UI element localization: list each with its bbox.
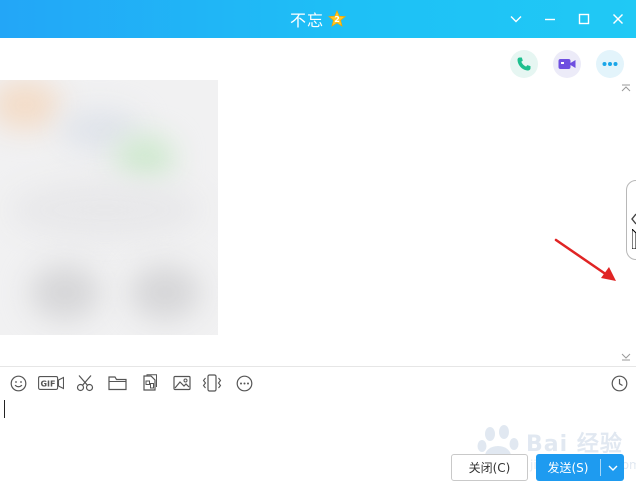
shake-icon bbox=[202, 374, 222, 392]
scissors-icon bbox=[76, 375, 94, 392]
more-tools-button[interactable] bbox=[234, 373, 254, 393]
folder-icon bbox=[107, 376, 127, 391]
close-window-button[interactable] bbox=[608, 9, 628, 29]
emoji-icon bbox=[10, 375, 26, 391]
text-caret bbox=[4, 400, 5, 418]
chevron-down-icon bbox=[621, 353, 631, 361]
send-button-label: 发送(S) bbox=[547, 461, 589, 475]
send-button[interactable]: 发送(S) bbox=[536, 454, 624, 481]
video-icon bbox=[558, 59, 576, 69]
mouse-cursor-icon bbox=[632, 229, 636, 249]
maximize-button[interactable] bbox=[574, 9, 594, 29]
gif-button[interactable]: GIF bbox=[38, 373, 64, 393]
clock-icon bbox=[611, 375, 627, 391]
dropdown-button[interactable] bbox=[506, 9, 526, 29]
badge-number: 2 bbox=[334, 15, 340, 24]
more-options-button[interactable] bbox=[596, 50, 624, 78]
chevron-down-icon bbox=[608, 465, 617, 471]
message-history-button[interactable] bbox=[609, 373, 629, 393]
chevron-down-icon bbox=[510, 16, 522, 23]
send-options-dropdown[interactable] bbox=[601, 454, 624, 481]
file-button[interactable] bbox=[107, 373, 127, 393]
window-controls bbox=[506, 0, 628, 38]
phone-icon bbox=[517, 57, 531, 71]
emoji-button[interactable] bbox=[8, 373, 28, 393]
screenshot-button[interactable] bbox=[75, 373, 95, 393]
red-arrow-icon bbox=[554, 238, 616, 281]
voice-call-button[interactable] bbox=[510, 50, 538, 78]
input-toolbar: GIF bbox=[0, 370, 636, 396]
blurred-message-image bbox=[0, 80, 218, 335]
gif-icon: GIF bbox=[38, 376, 64, 390]
title-bar[interactable]: 不忘 2 bbox=[0, 0, 636, 38]
more-circle-icon bbox=[236, 375, 252, 391]
image-button[interactable] bbox=[172, 373, 192, 393]
maximize-icon bbox=[578, 13, 590, 25]
divider bbox=[0, 366, 636, 367]
chat-history[interactable] bbox=[0, 80, 636, 366]
chevron-left-icon bbox=[631, 213, 636, 225]
doc-icon bbox=[143, 374, 157, 391]
close-button[interactable]: 关闭(C) bbox=[451, 454, 528, 481]
document-button[interactable] bbox=[140, 373, 160, 393]
chevron-up-icon bbox=[621, 84, 631, 92]
minimize-button[interactable] bbox=[540, 9, 560, 29]
action-bar bbox=[0, 38, 636, 82]
close-icon bbox=[613, 14, 623, 24]
scroll-down-button[interactable] bbox=[620, 352, 632, 362]
scroll-up-button[interactable] bbox=[620, 83, 632, 93]
message-input[interactable] bbox=[0, 397, 636, 449]
level-badge-icon: 2 bbox=[328, 10, 346, 27]
gif-label: GIF bbox=[40, 380, 55, 389]
shake-button[interactable] bbox=[202, 373, 222, 393]
video-call-button[interactable] bbox=[553, 50, 581, 78]
chat-window: 不忘 2 GIF Bai 经验 关闭(C) 发送(S) bbox=[0, 0, 636, 493]
more-icon bbox=[602, 62, 618, 66]
window-title: 不忘 bbox=[289, 11, 324, 30]
image-icon bbox=[173, 375, 191, 391]
minimize-icon bbox=[545, 18, 555, 21]
